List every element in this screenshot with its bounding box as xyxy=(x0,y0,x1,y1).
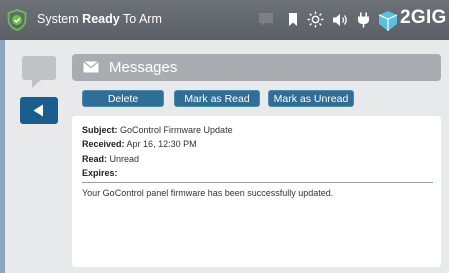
read-row: Read: Unread xyxy=(82,154,139,164)
message-detail-panel: Subject: GoControl Firmware Update Recei… xyxy=(72,116,441,267)
messages-header: Messages xyxy=(72,54,441,81)
mark-as-unread-button[interactable]: Mark as Unread xyxy=(268,90,354,107)
read-label: Read: xyxy=(82,154,108,164)
received-label: Received: xyxy=(82,139,125,149)
received-value: Apr 16, 12:30 PM xyxy=(126,139,197,149)
brand-logo: 2GIG xyxy=(400,7,447,28)
subject-value: GoControl Firmware Update xyxy=(120,125,233,135)
bookmark-icon[interactable] xyxy=(288,12,298,27)
envelope-icon xyxy=(83,61,99,73)
status-state: Ready xyxy=(82,12,120,26)
expires-label: Expires: xyxy=(82,168,118,178)
speaker-icon[interactable] xyxy=(332,13,348,27)
back-arrow-icon xyxy=(33,104,43,117)
message-icon[interactable] xyxy=(258,12,274,27)
status-suffix: To Arm xyxy=(122,12,162,26)
delete-button[interactable]: Delete xyxy=(82,90,164,107)
plug-icon[interactable] xyxy=(357,12,370,28)
left-edge-strip xyxy=(0,40,5,273)
divider xyxy=(82,182,433,183)
mark-as-read-button[interactable]: Mark as Read xyxy=(174,90,260,107)
page-title: Messages xyxy=(109,59,178,76)
received-row: Received: Apr 16, 12:30 PM xyxy=(82,139,197,149)
status-bar: System Ready To Arm 2GIG xyxy=(0,0,449,40)
2gig-logo-icon xyxy=(378,11,398,31)
message-body: Your GoControl panel firmware has been s… xyxy=(82,188,334,198)
subject-row: Subject: GoControl Firmware Update xyxy=(82,125,233,135)
system-status: System Ready To Arm xyxy=(37,12,162,26)
back-button[interactable] xyxy=(20,97,58,124)
read-value: Unread xyxy=(109,154,140,164)
expires-row: Expires: xyxy=(82,168,118,178)
sun-icon[interactable] xyxy=(307,11,324,28)
message-bubble-icon xyxy=(32,80,41,88)
subject-label: Subject: xyxy=(82,125,118,135)
status-prefix: System xyxy=(37,12,79,26)
shield-check-icon[interactable] xyxy=(7,9,27,31)
messages-nav-button[interactable] xyxy=(22,56,56,88)
